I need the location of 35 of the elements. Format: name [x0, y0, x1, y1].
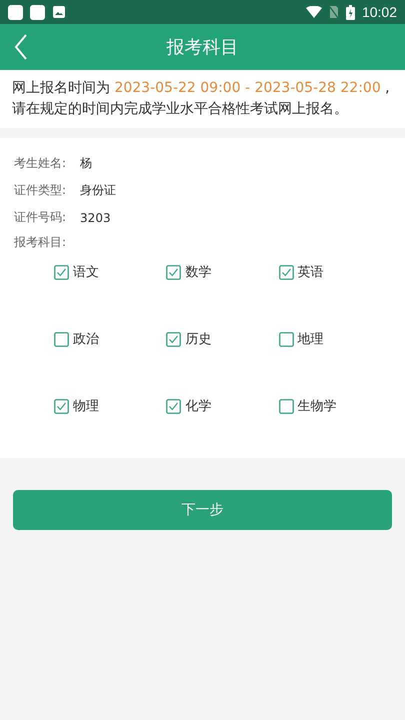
subject-checkbox[interactable]: 地理 — [278, 330, 324, 348]
empty-box-icon[interactable] — [54, 332, 69, 346]
registration-notice: 网上报名时间为 2023-05-22 09:00 - 2023-05-28 22:00 ,请在规定的时间内完成学业水平合格性考试网上报名。 — [12, 79, 391, 119]
field-value: 杨 — [80, 155, 92, 172]
subject-checkbox[interactable]: 历史 — [166, 330, 212, 348]
subject-checkbox[interactable]: 政治 — [54, 330, 99, 348]
field-label: 证件类型: — [14, 182, 66, 199]
page-title: 报考科目 — [166, 36, 238, 59]
notification-icon — [30, 4, 45, 20]
field-value: 3203 — [80, 210, 111, 224]
checked-box-icon[interactable] — [166, 398, 182, 414]
field-value: 身份证 — [80, 182, 116, 199]
notification-icon — [8, 4, 23, 20]
checked-box-icon[interactable] — [54, 264, 69, 280]
battery-icon — [346, 4, 355, 20]
subject-checkbox[interactable]: 语文 — [54, 263, 99, 281]
subject-checkbox[interactable]: 数学 — [166, 263, 212, 281]
subject-checkbox[interactable]: 化学 — [166, 397, 212, 415]
no-sim-icon — [328, 5, 339, 19]
wifi-icon — [306, 6, 322, 18]
checked-box-icon[interactable] — [278, 264, 294, 280]
status-time: 10:02 — [362, 4, 397, 20]
checked-box-icon[interactable] — [166, 332, 182, 346]
checked-box-icon[interactable] — [166, 264, 182, 280]
subjects-label: 报考科目: — [14, 234, 68, 251]
field-label: 证件号码: — [14, 209, 66, 226]
empty-box-icon[interactable] — [278, 332, 294, 346]
subject-checkbox[interactable]: 生物学 — [278, 397, 337, 415]
back-icon[interactable] — [14, 34, 28, 60]
field-label: 考生姓名: — [14, 155, 66, 172]
empty-box-icon[interactable] — [278, 398, 294, 414]
subject-checkbox[interactable]: 物理 — [54, 397, 99, 415]
checked-box-icon[interactable] — [54, 398, 69, 414]
subject-checkbox[interactable]: 英语 — [278, 263, 324, 281]
image-icon — [52, 5, 66, 19]
